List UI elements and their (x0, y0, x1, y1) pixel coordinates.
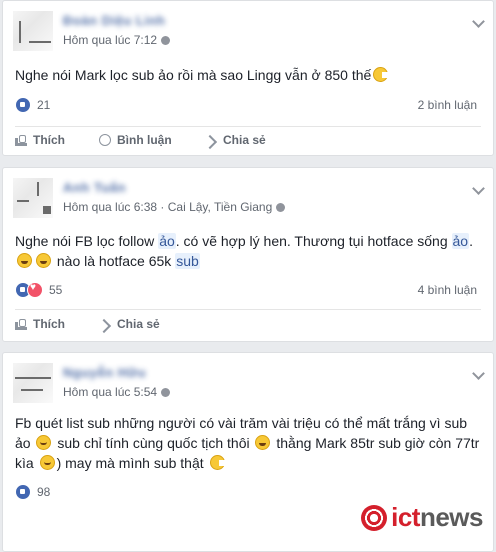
post-location[interactable]: Cai Lậy, Tiền Giang (168, 200, 273, 214)
author-name[interactable]: Anh Tuấn (63, 180, 126, 195)
reaction-bar[interactable]: 98 (15, 484, 481, 502)
hashtag-link[interactable]: ảo (451, 233, 470, 249)
globe-icon (276, 203, 286, 212)
reaction-bar[interactable]: 21 2 bình luận (15, 97, 481, 115)
share-icon (205, 134, 217, 146)
love-reaction-icon (27, 282, 43, 298)
like-button[interactable]: Thích (15, 317, 65, 331)
action-bar: Thích Chia sẻ (15, 313, 481, 341)
globe-icon (161, 36, 171, 45)
avatar[interactable] (13, 363, 53, 403)
chevron-down-icon[interactable] (472, 182, 485, 195)
author-name[interactable]: Nguyễn Hữu (63, 365, 146, 380)
comment-icon (99, 134, 111, 146)
avatar[interactable] (13, 11, 53, 51)
emoji-icon (373, 67, 389, 82)
watermark-text: ictnews (391, 502, 483, 532)
divider (15, 126, 481, 127)
chevron-down-icon[interactable] (472, 367, 485, 380)
share-icon (99, 318, 111, 330)
share-button[interactable]: Chia sẻ (205, 133, 266, 147)
post-text: Fb quét list sub những người có vài trăm… (15, 415, 480, 471)
author-name[interactable]: Đoàn Diệu Linh (63, 13, 165, 28)
ictnews-logo-icon (361, 504, 388, 531)
reaction-count[interactable]: 98 (37, 485, 50, 499)
post-time[interactable]: Hôm qua lúc 6:38 (63, 200, 157, 214)
avatar[interactable] (13, 178, 53, 218)
post-card: Nguyễn Hữu Hôm qua lúc 5:54 Fb quét list… (2, 352, 494, 552)
action-bar: Thích Bình luận Chia sẻ (15, 129, 481, 157)
post-meta: Hôm qua lúc 7:12 (63, 33, 171, 47)
comments-count[interactable]: 4 bình luận (418, 283, 477, 297)
reaction-count[interactable]: 21 (37, 98, 50, 112)
post-text: Nghe nói FB lọc follow ảo. có vẽ hợp lý … (15, 233, 473, 269)
like-button[interactable]: Thích (15, 133, 65, 147)
globe-icon (161, 388, 171, 397)
post-meta: Hôm qua lúc 5:54 (63, 385, 171, 399)
post-header: Anh Tuấn Hôm qua lúc 6:38 · Cai Lậy, Tiề… (13, 178, 485, 218)
emoji-icon (36, 435, 52, 450)
post-time[interactable]: Hôm qua lúc 7:12 (63, 33, 157, 47)
chevron-down-icon[interactable] (472, 15, 485, 28)
post-time[interactable]: Hôm qua lúc 5:54 (63, 385, 157, 399)
comment-button[interactable]: Bình luận (99, 133, 172, 147)
like-reaction-icon (15, 484, 31, 500)
emoji-icon (36, 253, 51, 268)
thumbs-up-icon (15, 134, 27, 146)
reaction-count[interactable]: 55 (49, 283, 62, 297)
hashtag-link[interactable]: ảo (158, 233, 176, 249)
hashtag-link[interactable]: sub (175, 253, 200, 269)
divider (15, 309, 481, 310)
post-card: Anh Tuấn Hôm qua lúc 6:38 · Cai Lậy, Tiề… (2, 167, 494, 342)
watermark: ictnews (361, 502, 484, 533)
emoji-icon (39, 455, 55, 470)
emoji-icon (17, 253, 32, 268)
like-reaction-icon (15, 97, 31, 113)
post-meta: Hôm qua lúc 6:38 · Cai Lậy, Tiền Giang (63, 200, 286, 214)
post-header: Đoàn Diệu Linh Hôm qua lúc 7:12 (13, 11, 485, 51)
emoji-icon (209, 455, 225, 470)
post-text: Nghe nói Mark lọc sub ảo rồi mà sao Ling… (15, 65, 481, 85)
share-button[interactable]: Chia sẻ (99, 317, 160, 331)
emoji-icon (255, 435, 271, 450)
reaction-bar[interactable]: 55 4 bình luận (15, 282, 481, 300)
post-card: Đoàn Diệu Linh Hôm qua lúc 7:12 Nghe nói… (2, 0, 494, 156)
post-header: Nguyễn Hữu Hôm qua lúc 5:54 (13, 363, 485, 403)
comments-count[interactable]: 2 bình luận (418, 98, 477, 112)
thumbs-up-icon (15, 318, 27, 330)
